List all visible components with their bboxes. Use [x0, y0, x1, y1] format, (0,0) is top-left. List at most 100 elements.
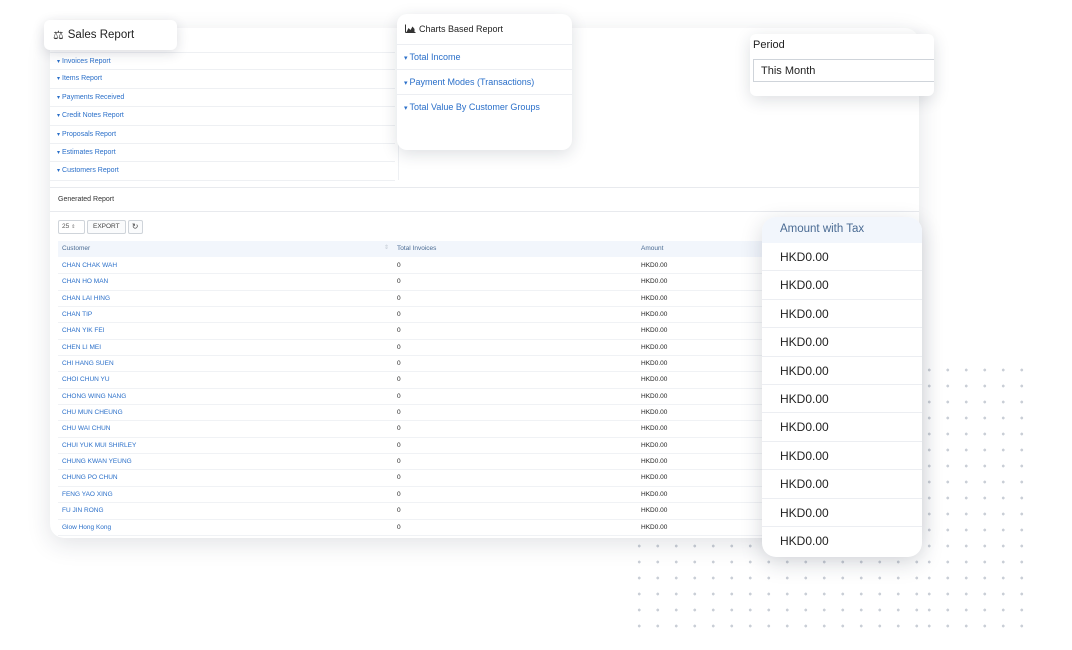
column-header-amount[interactable]: Amount — [641, 241, 663, 257]
refresh-button[interactable]: ↻ — [127, 220, 143, 234]
total-invoices-cell: 0 — [397, 343, 401, 351]
report-link-label: Proposals Report — [62, 130, 117, 138]
amount-cell: HKD0.00 — [641, 425, 668, 433]
report-link-credit-notes[interactable]: ▾ Credit Notes Report — [50, 107, 395, 126]
customer-link[interactable]: CHAN TIP — [62, 307, 92, 323]
customer-link[interactable]: CHUI YUK MUI SHIRLEY — [62, 438, 136, 454]
caret-down-icon: ▾ — [404, 105, 408, 112]
period-select[interactable]: This Month — [753, 59, 934, 82]
stage: ▾ Invoices Report ▾ Items Report ▾ Payments… — [0, 0, 1072, 650]
generated-report-title: Generated Report — [58, 196, 115, 203]
amount-with-tax-cell: HKD0.00 — [762, 243, 922, 272]
amount-cell: HKD0.00 — [641, 490, 668, 498]
sales-report-card: ⚖ Sales Report — [44, 20, 177, 50]
amount-cell: HKD0.00 — [641, 278, 668, 286]
charts-card-header: Charts Based Report — [397, 14, 572, 45]
amount-cell: HKD0.00 — [641, 360, 668, 368]
customer-link[interactable]: CHUNG KWAN YEUNG — [62, 454, 132, 470]
customer-link[interactable]: CHU WAI CHUN — [62, 421, 111, 437]
customer-link[interactable]: Glow Hong Kong — [62, 520, 111, 536]
caret-down-icon: ▾ — [57, 149, 61, 156]
chart-link-customer-groups[interactable]: ▾ Total Value By Customer Groups — [397, 95, 572, 120]
total-invoices-cell: 0 — [397, 425, 401, 433]
total-invoices-cell: 0 — [397, 523, 401, 531]
period-filter-card: Period This Month — [750, 34, 934, 96]
amount-with-tax-cell: HKD0.00 — [762, 385, 922, 414]
amount-cell: HKD0.00 — [641, 474, 668, 482]
chart-link-total-income[interactable]: ▾ Total Income — [397, 45, 572, 70]
total-invoices-cell: 0 — [397, 376, 401, 384]
amount-with-tax-cell: HKD0.00 — [762, 300, 922, 329]
charts-based-report-card: Charts Based Report ▾ Total Income ▾ Payme… — [397, 14, 572, 150]
refresh-icon: ↻ — [131, 222, 139, 231]
report-link-customers[interactable]: ▾ Customers Report — [50, 162, 395, 181]
divider — [50, 187, 919, 188]
report-link-invoices[interactable]: ▾ Invoices Report — [50, 52, 395, 71]
amount-cell: HKD0.00 — [641, 523, 668, 531]
page-size-value: 25 — [62, 223, 70, 230]
amount-with-tax-cell: HKD0.00 — [780, 533, 829, 548]
customer-link[interactable]: CHI HANG SUEN — [62, 356, 114, 372]
customer-link[interactable]: CHEN LI MEI — [62, 340, 101, 356]
customer-link[interactable]: CHU MUN CHEUNG — [62, 405, 123, 421]
amount-cell: HKD0.00 — [641, 343, 668, 351]
total-invoices-cell: 0 — [397, 262, 401, 269]
table-toolbar: 25 ⇕ EXPORT ↻ — [58, 220, 143, 234]
total-invoices-cell: 0 — [397, 278, 401, 286]
customer-link[interactable]: CHUNG PO CHUN — [62, 470, 118, 486]
caret-down-icon: ▾ — [57, 94, 61, 101]
amount-cell: HKD0.00 — [641, 409, 668, 417]
scale-icon: ⚖ — [53, 28, 64, 42]
export-button[interactable]: EXPORT — [87, 220, 126, 234]
customer-link[interactable]: CHOI CHUN YU — [62, 372, 110, 388]
customer-link[interactable]: CHAN YIK FEI — [62, 323, 105, 339]
amount-cell: HKD0.00 — [641, 262, 668, 269]
caret-down-icon: ▾ — [404, 55, 408, 62]
total-invoices-cell: 0 — [397, 474, 401, 482]
report-link-label: Estimates Report — [62, 148, 116, 156]
amount-cell: HKD0.00 — [641, 507, 668, 515]
amount-cell: HKD0.00 — [641, 392, 668, 400]
caret-down-icon: ▾ — [57, 131, 61, 138]
area-chart-icon — [405, 24, 416, 35]
total-invoices-cell: 0 — [397, 392, 401, 400]
sales-report-title: Sales Report — [67, 29, 135, 41]
amount-with-tax-cell: HKD0.00 — [762, 328, 922, 357]
report-link-items[interactable]: ▾ Items Report — [50, 70, 395, 89]
amount-with-tax-header[interactable]: Amount with Tax — [762, 217, 922, 243]
total-invoices-cell: 0 — [397, 458, 401, 466]
customer-link[interactable]: CHAN CHAK WAH — [62, 258, 117, 274]
amount-cell: HKD0.00 — [641, 327, 668, 335]
customer-link[interactable]: CHAN LAI HING — [62, 291, 110, 307]
period-label: Period — [753, 39, 785, 51]
chart-link-payment-modes[interactable]: ▾ Payment Modes (Transactions) — [397, 70, 572, 95]
amount-with-tax-card: Amount with Tax HKD0.00 HKD0.00 HKD0.00 … — [762, 217, 922, 557]
customer-link[interactable]: FU JIN RONG — [62, 503, 104, 519]
amount-cell: HKD0.00 — [641, 294, 668, 302]
column-header-total-invoices[interactable]: Total Invoices — [397, 241, 436, 257]
customer-link[interactable]: CHAN HO MAN — [62, 274, 108, 290]
total-invoices-cell: 0 — [397, 507, 401, 515]
amount-cell: HKD0.00 — [641, 441, 668, 449]
customer-link[interactable]: FENG YAO XING — [62, 487, 113, 503]
column-header-customer[interactable]: Customer — [62, 241, 90, 257]
report-link-label: Items Report — [62, 75, 103, 83]
report-link-proposals[interactable]: ▾ Proposals Report — [50, 126, 395, 144]
report-link-label: Invoices Report — [62, 58, 111, 65]
report-link-estimates[interactable]: ▾ Estimates Report — [50, 144, 395, 163]
total-invoices-cell: 0 — [397, 294, 401, 302]
page-size-select[interactable]: 25 ⇕ — [58, 220, 85, 234]
amount-with-tax-cell: HKD0.00 — [762, 499, 922, 527]
total-invoices-cell: 0 — [397, 327, 401, 335]
caret-down-icon: ▾ — [404, 80, 408, 87]
caret-down-icon: ▾ — [57, 113, 61, 120]
amount-with-tax-cell: HKD0.00 — [762, 271, 922, 300]
report-link-label: Customers Report — [62, 167, 119, 175]
report-link-payments[interactable]: ▾ Payments Received — [50, 89, 395, 108]
report-link-label: Credit Notes Report — [62, 112, 124, 120]
caret-down-icon: ▾ — [57, 76, 61, 83]
amount-with-tax-cell: HKD0.00 — [762, 357, 922, 385]
customer-link[interactable]: CHONG WING NANG — [62, 389, 126, 405]
column-resize-icon: ⇕ — [384, 245, 390, 251]
caret-down-icon: ▾ — [57, 168, 61, 175]
